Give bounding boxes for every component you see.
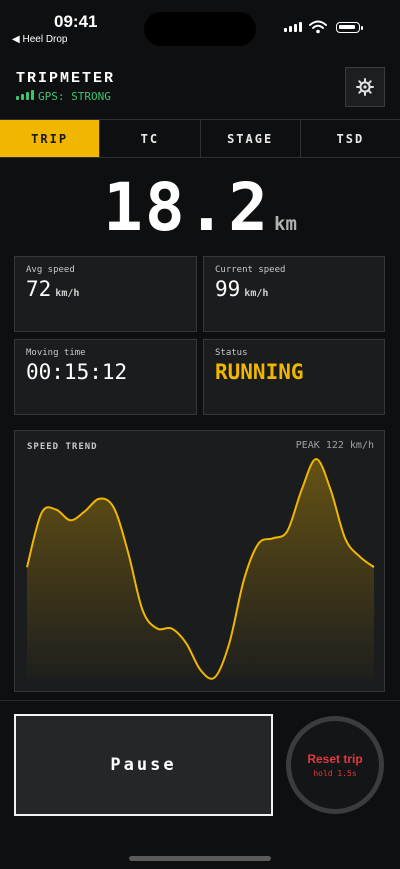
tab-tsd[interactable]: TSD [301, 120, 400, 157]
reset-trip-hint: hold 1.5s [313, 769, 357, 778]
current-speed-unit: km/h [244, 288, 269, 299]
status-value: RUNNING [215, 360, 304, 384]
tab-tc[interactable]: TC [100, 120, 201, 157]
gps-signal-icon [16, 90, 34, 100]
avg-speed-card: Avg speed 72 km/h [14, 256, 197, 332]
distance-value: 18.2 [103, 169, 271, 246]
pause-button[interactable]: Pause [14, 714, 273, 816]
mode-tabs: TRIP TC STAGE TSD [0, 119, 400, 158]
settings-button[interactable] [345, 67, 385, 107]
app-title: TRIPMETER [16, 70, 116, 87]
gear-icon [356, 78, 374, 96]
current-speed-card: Current speed 99 km/h [203, 256, 385, 332]
moving-time-value: 00:15:12 [26, 360, 128, 384]
speed-trend-plot [26, 457, 375, 680]
avg-speed-unit: km/h [55, 288, 80, 299]
moving-time-label: Moving time [26, 348, 86, 358]
avg-speed-value: 72 [26, 277, 52, 301]
gps-status: GPS: STRONG [38, 90, 111, 103]
distance-unit: km [274, 213, 297, 235]
back-to-app-link[interactable]: ◀ Heel Drop [12, 34, 68, 45]
speed-trend-chart: SPEED TREND PEAK 122 km/h [14, 430, 385, 692]
moving-time-card: Moving time 00:15:12 [14, 339, 197, 415]
status-label: Status [215, 348, 248, 358]
clock: 09:41 [54, 12, 98, 31]
status-bar: 09:41 ◀ Heel Drop [0, 0, 400, 50]
wifi-icon [309, 20, 327, 34]
speed-area [27, 459, 374, 679]
status-card: Status RUNNING [203, 339, 385, 415]
dynamic-island [144, 12, 256, 46]
app-header: TRIPMETER GPS: STRONG [0, 60, 400, 116]
home-indicator[interactable] [129, 856, 271, 861]
cellular-signal-icon [284, 22, 302, 32]
reset-trip-label: Reset trip [307, 752, 363, 766]
current-speed-value: 99 [215, 277, 241, 301]
distance-readout: 18.2 km [0, 168, 400, 248]
controls-divider [0, 700, 400, 701]
battery-icon [336, 22, 363, 33]
tab-stage[interactable]: STAGE [201, 120, 301, 157]
reset-trip-button[interactable]: Reset trip hold 1.5s [286, 716, 384, 814]
tab-trip[interactable]: TRIP [0, 120, 101, 157]
current-speed-label: Current speed [215, 265, 286, 275]
avg-speed-label: Avg speed [26, 265, 75, 275]
